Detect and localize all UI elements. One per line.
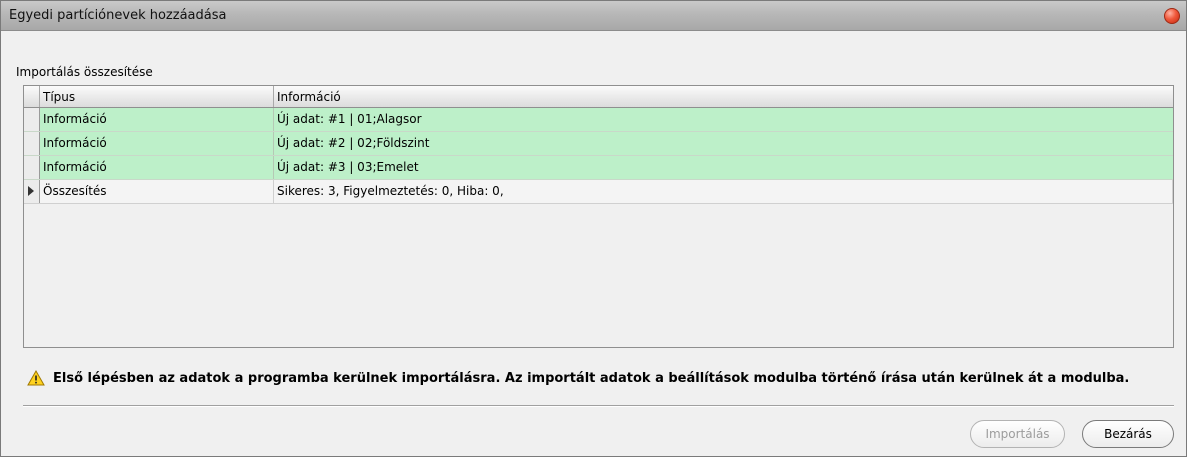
row-selector-current[interactable] [24, 180, 40, 203]
import-button[interactable]: Importálás [970, 420, 1065, 448]
row-selector[interactable] [24, 108, 40, 131]
table-row[interactable]: Információ Új adat: #2 | 02;Földszint [24, 132, 1173, 156]
table-row[interactable]: Információ Új adat: #3 | 03;Emelet [24, 156, 1173, 180]
table-row-summary[interactable]: Összesítés Sikeres: 3, Figyelmeztetés: 0… [24, 180, 1173, 204]
table-row[interactable]: Információ Új adat: #1 | 01;Alagsor [24, 108, 1173, 132]
cell-info: Új adat: #1 | 01;Alagsor [277, 112, 422, 126]
cell-type: Összesítés [40, 180, 274, 203]
section-label: Importálás összesítése [16, 65, 153, 79]
close-button[interactable]: Bezárás [1082, 420, 1174, 448]
divider [23, 405, 1174, 407]
warning-message: Első lépésben az adatok a programba kerü… [27, 370, 1129, 386]
window-title: Egyedi partíciónevek hozzáadása [9, 8, 227, 23]
cell-type: Információ [40, 108, 274, 131]
row-selector-header [24, 86, 40, 107]
cell-info: Új adat: #2 | 02;Földszint [277, 136, 430, 150]
column-header-info[interactable]: Információ [274, 86, 1173, 107]
row-selector[interactable] [24, 132, 40, 155]
cell-info: Sikeres: 3, Figyelmeztetés: 0, Hiba: 0, [274, 180, 1173, 203]
warning-triangle-icon [27, 370, 45, 386]
row-selector[interactable] [24, 156, 40, 179]
cell-type: Információ [40, 132, 274, 155]
import-summary-grid[interactable]: Típus Információ Információ Új adat: #1 … [23, 85, 1174, 348]
current-row-arrow-icon [28, 186, 34, 196]
cell-type: Információ [40, 156, 274, 179]
cell-info: Új adat: #3 | 03;Emelet [277, 160, 419, 174]
grid-header: Típus Információ [24, 86, 1173, 108]
dialog-window: Egyedi partíciónevek hozzáadása Importál… [0, 0, 1187, 457]
close-icon[interactable] [1164, 8, 1180, 24]
warning-text: Első lépésben az adatok a programba kerü… [53, 370, 1130, 386]
column-header-type[interactable]: Típus [40, 86, 274, 107]
title-bar[interactable]: Egyedi partíciónevek hozzáadása [1, 1, 1186, 31]
